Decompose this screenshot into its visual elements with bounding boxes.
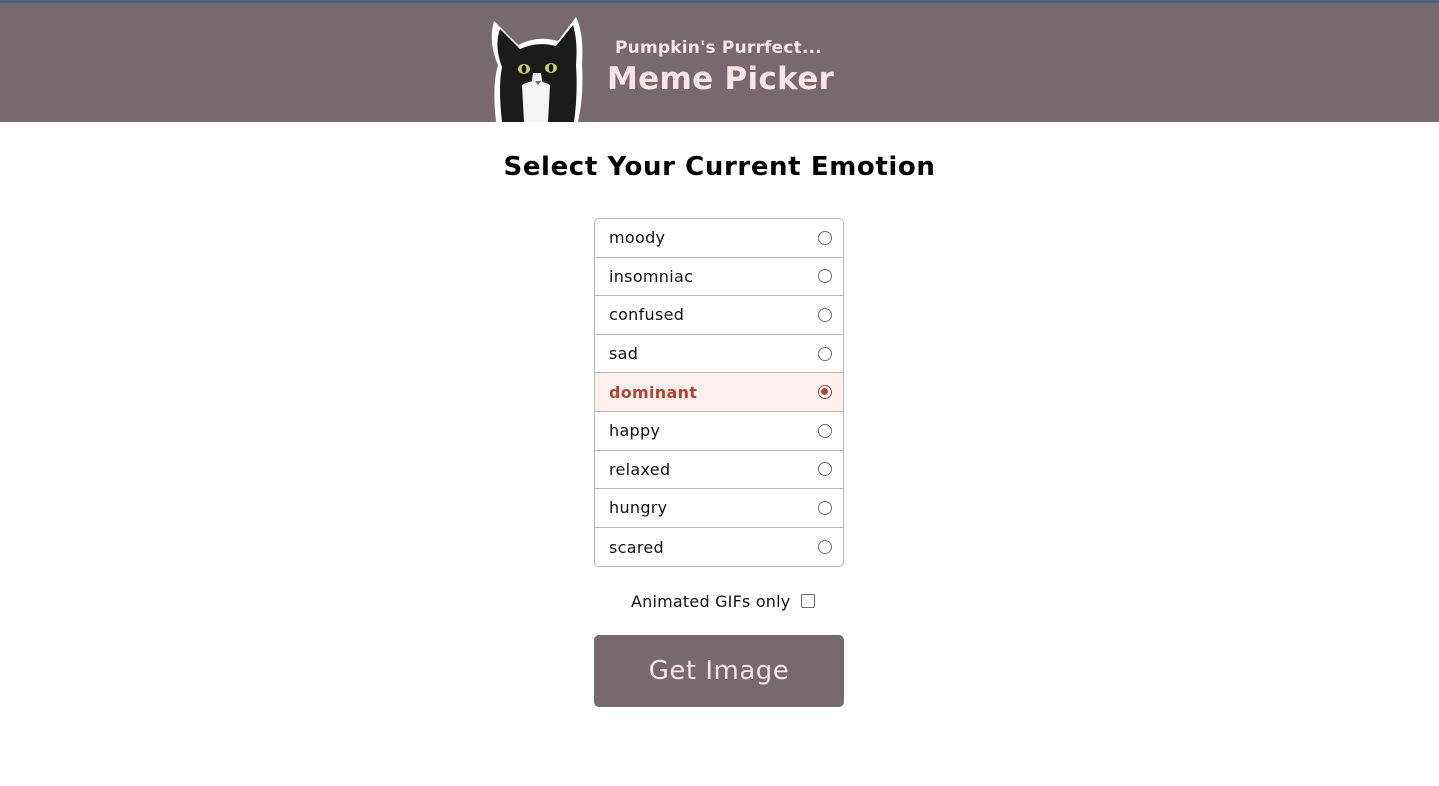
emotion-label[interactable]: sad: [609, 344, 638, 363]
emotion-label[interactable]: hungry: [609, 498, 667, 517]
page-heading: Select Your Current Emotion: [503, 152, 936, 182]
emotion-radio[interactable]: [818, 307, 832, 322]
emotion-radio[interactable]: [818, 385, 832, 400]
emotion-radio[interactable]: [818, 540, 832, 555]
emotion-label[interactable]: insomniac: [609, 267, 693, 286]
emotion-option-sad[interactable]: sad: [595, 335, 843, 374]
emotion-radio[interactable]: [818, 423, 832, 438]
emotion-option-relaxed[interactable]: relaxed: [595, 451, 843, 490]
emotion-radio[interactable]: [818, 269, 832, 284]
emotion-label[interactable]: moody: [609, 228, 665, 247]
emotion-option-scared[interactable]: scared: [595, 528, 843, 566]
emotion-option-confused[interactable]: confused: [595, 296, 843, 335]
emotion-label[interactable]: confused: [609, 305, 684, 324]
header-title: Meme Picker: [607, 61, 835, 97]
site-header: Pumpkin's Purrfect... Meme Picker: [0, 3, 1439, 122]
emotion-radio[interactable]: [818, 500, 832, 515]
gifs-only-option: Animated GIFs only: [631, 591, 816, 611]
emotion-option-happy[interactable]: happy: [595, 412, 843, 451]
emotion-option-moody[interactable]: moody: [595, 219, 843, 258]
emotion-label[interactable]: dominant: [609, 383, 697, 402]
gifs-only-label[interactable]: Animated GIFs only: [631, 592, 790, 611]
emotion-option-hungry[interactable]: hungry: [595, 489, 843, 528]
header-subtitle: Pumpkin's Purrfect...: [615, 38, 822, 58]
emotion-radio[interactable]: [818, 346, 832, 361]
cat-logo-icon: [491, 17, 583, 122]
emotion-radio-list: moody insomniac confused sad dominant happy re…: [594, 218, 844, 567]
emotion-radio[interactable]: [818, 462, 832, 477]
emotion-label[interactable]: scared: [609, 538, 664, 557]
emotion-radio[interactable]: [818, 230, 832, 245]
emotion-option-insomniac[interactable]: insomniac: [595, 258, 843, 297]
emotion-label[interactable]: relaxed: [609, 460, 670, 479]
get-image-button[interactable]: Get Image: [594, 635, 844, 707]
gifs-only-checkbox[interactable]: [801, 594, 816, 608]
emotion-option-dominant[interactable]: dominant: [595, 373, 843, 412]
emotion-label[interactable]: happy: [609, 421, 660, 440]
